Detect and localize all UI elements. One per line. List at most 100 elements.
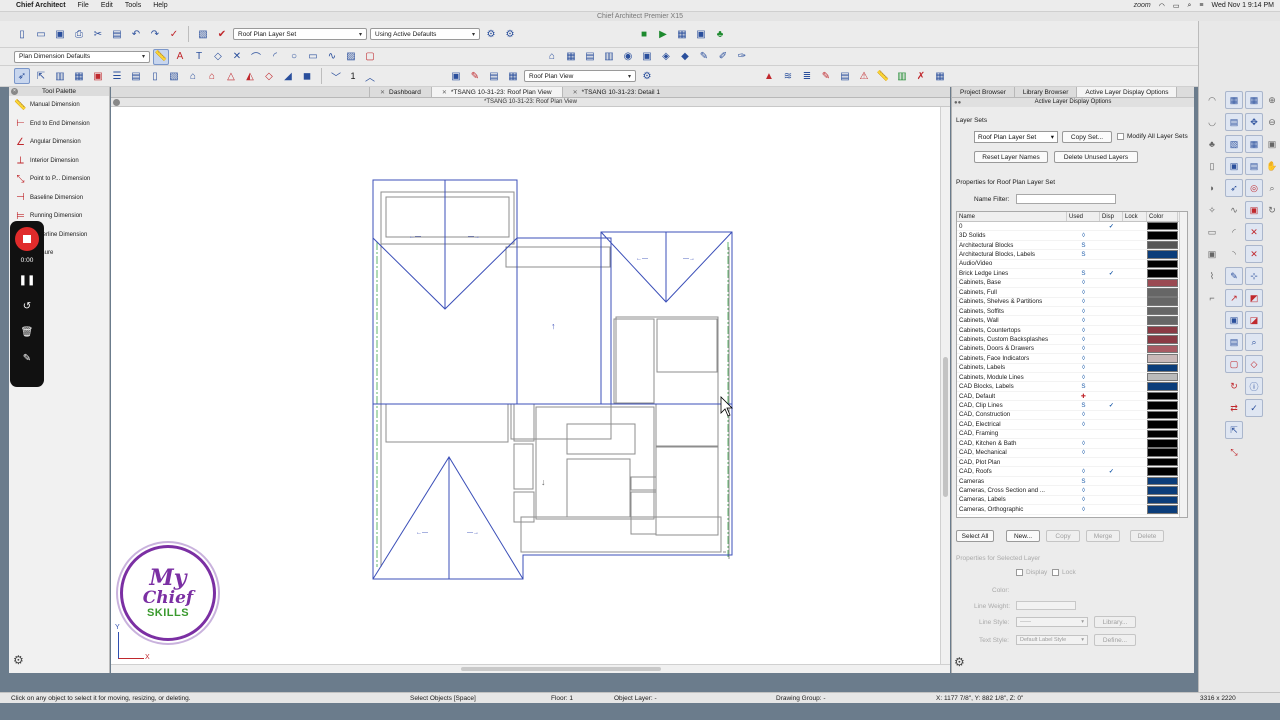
refresh-icon[interactable]: ↻ — [1263, 201, 1280, 219]
layer-color-swatch[interactable] — [1147, 259, 1178, 269]
snap-icon[interactable]: ▣ — [1225, 157, 1243, 175]
tab-project-browser[interactable]: Project Browser — [952, 87, 1015, 97]
gable-icon[interactable]: △ — [223, 68, 239, 84]
new-file-icon[interactable]: ▯ — [14, 26, 30, 42]
layer-color-swatch[interactable] — [1147, 391, 1178, 401]
gear-icon[interactable]: ⚙ — [13, 653, 24, 667]
roof-plan-drawing[interactable]: ←— —→ ←— —→ ←— —→ ↑ ↓ — [111, 107, 940, 664]
layer-row[interactable]: CAD, Roofs ◊ ✓ — [957, 467, 1187, 477]
arc-icon[interactable]: ◜ — [267, 49, 283, 65]
slope-arrow[interactable]: —→ — [683, 256, 695, 262]
print-icon[interactable]: ⎙ — [71, 26, 87, 42]
tab-detail[interactable]: ✕ *TSANG 10-31-23: Detail 1 — [561, 87, 670, 97]
door-icon[interactable]: ▯ — [1203, 157, 1221, 175]
view-icon[interactable]: ▣ — [448, 68, 464, 84]
tool-end-to-end-dimension[interactable]: ⊢ End to End Dimension — [9, 115, 109, 134]
close-icon[interactable]: ✕ — [573, 89, 578, 96]
join-icon[interactable]: ✎ — [818, 68, 834, 84]
break-icon[interactable]: ⚠ — [856, 68, 872, 84]
dollhouse-icon[interactable]: ◆ — [677, 49, 693, 65]
delete-icon[interactable]: ✕ — [1245, 223, 1263, 241]
layer-row[interactable]: Architectural Blocks, Labels S — [957, 250, 1187, 260]
copy-icon[interactable]: ▤ — [1225, 333, 1243, 351]
layer-color-swatch[interactable] — [1147, 467, 1178, 476]
name-filter-input[interactable] — [1016, 194, 1116, 204]
preferences-icon[interactable]: ⚙ — [502, 26, 518, 42]
railing-icon[interactable]: ▦ — [71, 68, 87, 84]
delete-layer-button[interactable]: Delete — [1130, 530, 1164, 542]
scroll-thumb[interactable] — [943, 357, 948, 497]
edit-area-icon[interactable]: ⇱ — [33, 68, 49, 84]
close-icon[interactable]: ●● — [954, 99, 961, 108]
plant-icon[interactable]: ♣ — [712, 26, 728, 42]
layer-color-swatch[interactable] — [1147, 335, 1178, 344]
pan-icon[interactable]: ✋ — [1263, 157, 1280, 175]
layer-color-swatch[interactable] — [1147, 476, 1178, 486]
menu-file[interactable]: File — [78, 2, 89, 9]
wall-tool-icon[interactable]: ▥ — [52, 68, 68, 84]
wall-outline[interactable] — [513, 403, 535, 442]
edit-icon[interactable]: ✎ — [1225, 267, 1243, 285]
arc-icon[interactable]: ◝ — [1225, 245, 1243, 263]
stop-record-button[interactable] — [15, 227, 39, 251]
wall-outline[interactable] — [613, 318, 655, 404]
layer-row[interactable]: Cabinets, Custom Backsplashes ◊ — [957, 335, 1187, 345]
layer-display-toggle[interactable]: ✓ — [1100, 270, 1123, 277]
cad-line-icon[interactable]: ✕ — [229, 49, 245, 65]
slope-arrow[interactable]: ←— — [416, 530, 428, 536]
layer-table[interactable]: Name Used Disp Lock Color 0 ✓ 3D Solids ◊ Ar… — [956, 211, 1188, 518]
align-icon[interactable]: ⇱ — [1225, 421, 1243, 439]
redo-icon[interactable]: ↷ — [147, 26, 163, 42]
box-select-icon[interactable]: ▢ — [1225, 355, 1243, 373]
layer-row[interactable]: Audio/Video — [957, 259, 1187, 270]
modify-all-checkbox[interactable]: Modify All Layer Sets — [1117, 133, 1188, 140]
undo-icon[interactable]: ↶ — [128, 26, 144, 42]
layer-color-swatch[interactable] — [1147, 231, 1178, 240]
battery-icon[interactable]: ▭ — [1173, 2, 1180, 10]
select-objects-icon[interactable]: ➶ — [14, 68, 30, 84]
trash-icon[interactable]: 🗑 — [21, 322, 34, 342]
floor-up-icon[interactable]: ︿ — [362, 68, 378, 84]
layer-row[interactable]: CAD Blocks, Labels S — [957, 382, 1187, 392]
view-copy-icon[interactable]: ▤ — [486, 68, 502, 84]
tool-point-dimension[interactable]: ⤡ Point to P... Dimension — [9, 170, 109, 189]
checkbox[interactable] — [1052, 569, 1059, 576]
close-icon[interactable]: ✕ — [380, 89, 385, 96]
zoom-icon[interactable]: ⌕ — [1245, 333, 1263, 351]
open-folder-icon[interactable]: ▭ — [33, 26, 49, 42]
door-tool-icon[interactable]: ▯ — [147, 68, 163, 84]
layer-color-swatch[interactable] — [1147, 372, 1178, 382]
render-icon[interactable]: ▣ — [693, 26, 709, 42]
stretch-icon[interactable]: ⤡ — [1225, 443, 1243, 461]
export-icon[interactable]: ▶ — [655, 26, 671, 42]
wall-outline[interactable] — [630, 491, 657, 535]
wall-outline[interactable] — [510, 403, 612, 440]
layer-color-swatch[interactable] — [1147, 278, 1178, 288]
layer-color-swatch[interactable] — [1147, 325, 1178, 335]
library-button[interactable]: Library... — [1094, 616, 1136, 628]
building-icon[interactable]: ⌂ — [544, 49, 560, 65]
break-line-icon[interactable]: ↗ — [1225, 289, 1243, 307]
column-disp[interactable]: Disp — [1100, 212, 1123, 221]
lock-checkbox[interactable]: Lock — [1052, 569, 1076, 576]
layer-row[interactable]: Cabinets, Labels ◊ — [957, 363, 1187, 373]
extend-icon[interactable]: ◪ — [1245, 311, 1263, 329]
layer-color-swatch[interactable] — [1147, 221, 1178, 231]
zoom-in-icon[interactable]: ⊕ — [1263, 91, 1280, 109]
gear-icon[interactable]: ⚙ — [954, 655, 965, 669]
layer-color-swatch[interactable] — [1147, 288, 1178, 297]
roof-icon[interactable]: ⌂ — [204, 68, 220, 84]
text-style-icon[interactable]: ▦ — [1225, 91, 1243, 109]
vertical-scrollbar[interactable] — [940, 107, 950, 664]
slope-arrow[interactable]: ←— — [409, 234, 421, 240]
lamp-icon[interactable]: ✧ — [1203, 201, 1221, 219]
restart-icon[interactable]: ↺ — [23, 296, 31, 316]
window-tool-icon[interactable]: ▤ — [128, 68, 144, 84]
layer-color-swatch[interactable] — [1147, 410, 1178, 420]
wall-outline[interactable] — [566, 458, 631, 518]
layer-check-icon[interactable]: ✔ — [214, 26, 230, 42]
close-icon[interactable]: × — [11, 88, 18, 95]
tab-active-layer-display[interactable]: Active Layer Display Options — [1077, 87, 1178, 97]
layer-display-icon[interactable]: ▧ — [195, 26, 211, 42]
view-select[interactable]: Roof Plan View ▾ — [524, 70, 636, 82]
